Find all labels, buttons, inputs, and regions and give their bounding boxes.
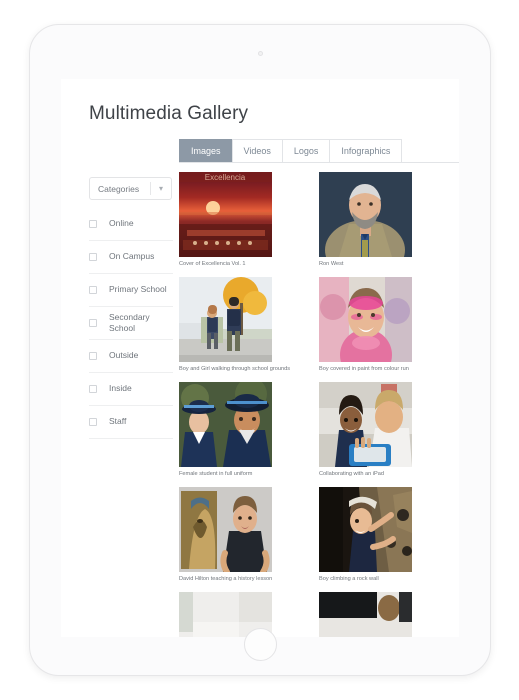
gallery-item[interactable]: Boy and Girl walking through school grou… [179,276,319,373]
checkbox-on-campus[interactable] [89,253,97,261]
gallery-item-caption: Ron West [319,261,344,267]
chevron-down-icon: ▾ [158,183,163,193]
gallery-item[interactable] [179,591,319,637]
gallery-item[interactable]: David Hilton teaching a history lesson [179,486,319,583]
tab-logos[interactable]: Logos [281,139,330,162]
filter-item-secondary-school[interactable]: Secondary School [89,307,173,340]
gallery-grid: Excellencia Cover of Excellencia Vol. 1 [179,172,459,637]
filter-item-inside[interactable]: Inside [89,373,173,406]
gallery-item-caption: Cover of Excellencia Vol. 1 [179,261,246,267]
thumbnail-students-walking[interactable] [179,276,272,362]
checkbox-online[interactable] [89,220,97,228]
gallery-item-caption: Boy and Girl walking through school grou… [179,365,291,372]
gallery-item-caption: Collaborating with an iPad [319,470,384,477]
filter-item-on-campus[interactable]: On Campus [89,241,173,274]
gallery-main-panel: Images Videos Logos Infographics Excelle… [179,139,459,637]
thumbnail-students-uniform[interactable] [179,381,272,467]
filter-sidebar: Categories ▾ Online On Campus Primary Sc… [61,139,179,637]
filter-label-staff: Staff [109,416,127,427]
checkbox-outside[interactable] [89,352,97,360]
gallery-item-caption: Boy covered in paint from colour run [319,365,409,372]
filter-label-inside: Inside [109,383,132,394]
svg-text:Excellencia: Excellencia [205,173,246,182]
page-title: Multimedia Gallery [89,103,249,124]
filter-label-secondary-school: Secondary School [109,311,150,333]
tab-infographics[interactable]: Infographics [329,139,403,162]
gallery-item[interactable]: Boy covered in paint from colour run [319,276,459,373]
gallery-item[interactable]: Female student in full uniform [179,381,319,478]
filter-label-primary-school: Primary School [109,284,167,295]
filter-item-primary-school[interactable]: Primary School [89,274,173,307]
categories-dropdown-label: Categories [98,183,140,194]
checkbox-secondary-school[interactable] [89,319,97,327]
thumbnail-ipad-collaboration[interactable] [319,381,412,467]
filter-item-outside[interactable]: Outside [89,340,173,373]
gallery-item[interactable]: Boy climbing a rock wall [319,486,459,583]
filter-label-online: Online [109,218,134,229]
tablet-screen: Multimedia Gallery Categories ▾ Online O… [61,79,459,637]
content-area: Categories ▾ Online On Campus Primary Sc… [61,139,459,637]
thumbnail-magazine-cover[interactable]: Excellencia [179,172,272,257]
home-button-icon[interactable] [243,628,277,661]
filter-label-on-campus: On Campus [109,251,155,262]
thumbnail-history-lesson[interactable] [179,486,272,572]
filter-item-online[interactable]: Online [89,208,173,241]
gallery-item-caption: David Hilton teaching a history lesson [179,575,273,582]
checkbox-primary-school[interactable] [89,286,97,294]
tab-videos[interactable]: Videos [231,139,282,162]
gallery-item[interactable] [319,591,459,637]
camera-dot-icon [257,51,263,56]
categories-dropdown[interactable]: Categories ▾ [89,177,172,200]
checkbox-staff[interactable] [89,418,97,426]
thumbnail-rock-wall-climbing[interactable] [319,486,412,572]
media-type-tabs: Images Videos Logos Infographics [179,139,459,163]
filter-list: Online On Campus Primary School Secondar… [89,208,173,439]
thumbnail-portrait-ron-west[interactable] [319,172,412,257]
tablet-device-frame: Multimedia Gallery Categories ▾ Online O… [29,24,491,676]
gallery-item[interactable]: Collaborating with an iPad [319,381,459,478]
tab-images[interactable]: Images [179,139,232,162]
gallery-item[interactable]: Excellencia Cover of Excellencia Vol. 1 [179,172,319,268]
gallery-item-caption: Female student in full uniform [179,470,253,477]
gallery-item[interactable]: Ron West [319,172,459,268]
thumbnail-colour-run-child[interactable] [319,276,412,362]
gallery-item-caption: Boy climbing a rock wall [319,575,379,582]
thumbnail-partial-dark-screen[interactable] [319,591,412,637]
checkbox-inside[interactable] [89,385,97,393]
filter-label-outside: Outside [109,350,139,361]
filter-item-staff[interactable]: Staff [89,406,173,439]
